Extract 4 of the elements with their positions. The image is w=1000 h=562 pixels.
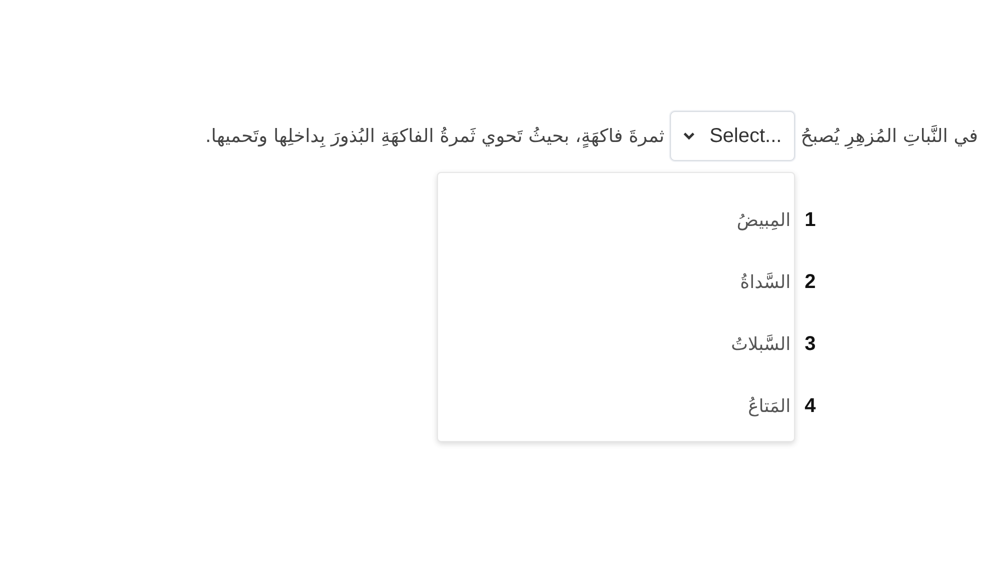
chevron-down-icon — [683, 132, 696, 140]
sentence-text: في النَّباتِ المُزهِرِ يُصبحُ — [800, 126, 978, 146]
answer-dropdown[interactable]: Select... — [670, 111, 795, 161]
sentence-text: ثمرةَ فاكهَةٍ، بحيثُ تَحوي ثَمرةُ الفاكهَةِ البُذورَ بِداخلِها وتَحميها. — [205, 126, 664, 146]
